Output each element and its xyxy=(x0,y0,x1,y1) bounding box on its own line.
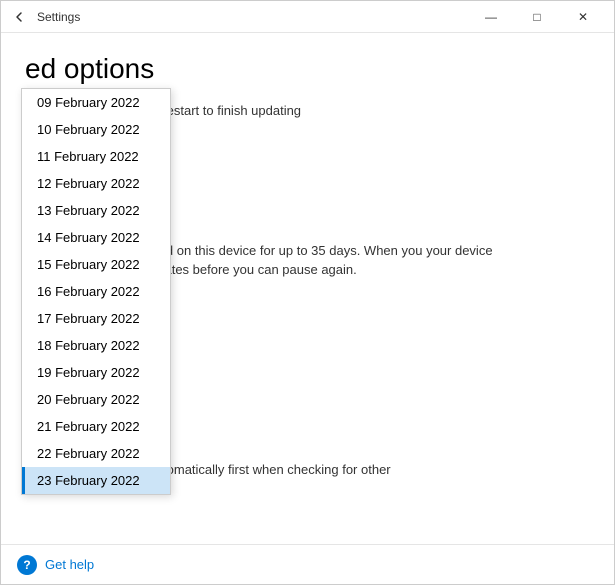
content-area: ed options hen your PC requires a restar… xyxy=(1,33,614,544)
list-item[interactable]: 22 February 2022 xyxy=(22,440,170,467)
list-item[interactable]: 09 February 2022 xyxy=(22,89,170,116)
list-item[interactable]: 17 February 2022 xyxy=(22,305,170,332)
minimize-button[interactable]: — xyxy=(468,1,514,33)
maximize-button[interactable]: □ xyxy=(514,1,560,33)
list-item[interactable]: 14 February 2022 xyxy=(22,224,170,251)
help-icon: ? xyxy=(17,555,37,575)
footer: ? Get help xyxy=(1,544,614,584)
list-item[interactable]: 20 February 2022 xyxy=(22,386,170,413)
settings-window: Settings — □ ✕ ed options hen your PC re… xyxy=(0,0,615,585)
list-item[interactable]: 21 February 2022 xyxy=(22,413,170,440)
list-item[interactable]: 12 February 2022 xyxy=(22,170,170,197)
list-item[interactable]: 18 February 2022 xyxy=(22,332,170,359)
list-item[interactable]: 16 February 2022 xyxy=(22,278,170,305)
title-bar-left: Settings xyxy=(9,7,468,27)
window-controls: — □ ✕ xyxy=(468,1,606,33)
close-button[interactable]: ✕ xyxy=(560,1,606,33)
page-title: ed options xyxy=(25,53,590,85)
window-title: Settings xyxy=(37,10,80,24)
list-item[interactable]: 23 February 2022 xyxy=(22,467,170,494)
date-dropdown[interactable]: 09 February 202210 February 202211 Febru… xyxy=(21,88,171,495)
list-item[interactable]: 13 February 2022 xyxy=(22,197,170,224)
back-icon xyxy=(13,11,25,23)
get-help-link[interactable]: Get help xyxy=(45,557,94,572)
list-item[interactable]: 15 February 2022 xyxy=(22,251,170,278)
list-item[interactable]: 19 February 2022 xyxy=(22,359,170,386)
list-item[interactable]: 11 February 2022 xyxy=(22,143,170,170)
title-bar: Settings — □ ✕ xyxy=(1,1,614,33)
back-button[interactable] xyxy=(9,7,29,27)
list-item[interactable]: 10 February 2022 xyxy=(22,116,170,143)
